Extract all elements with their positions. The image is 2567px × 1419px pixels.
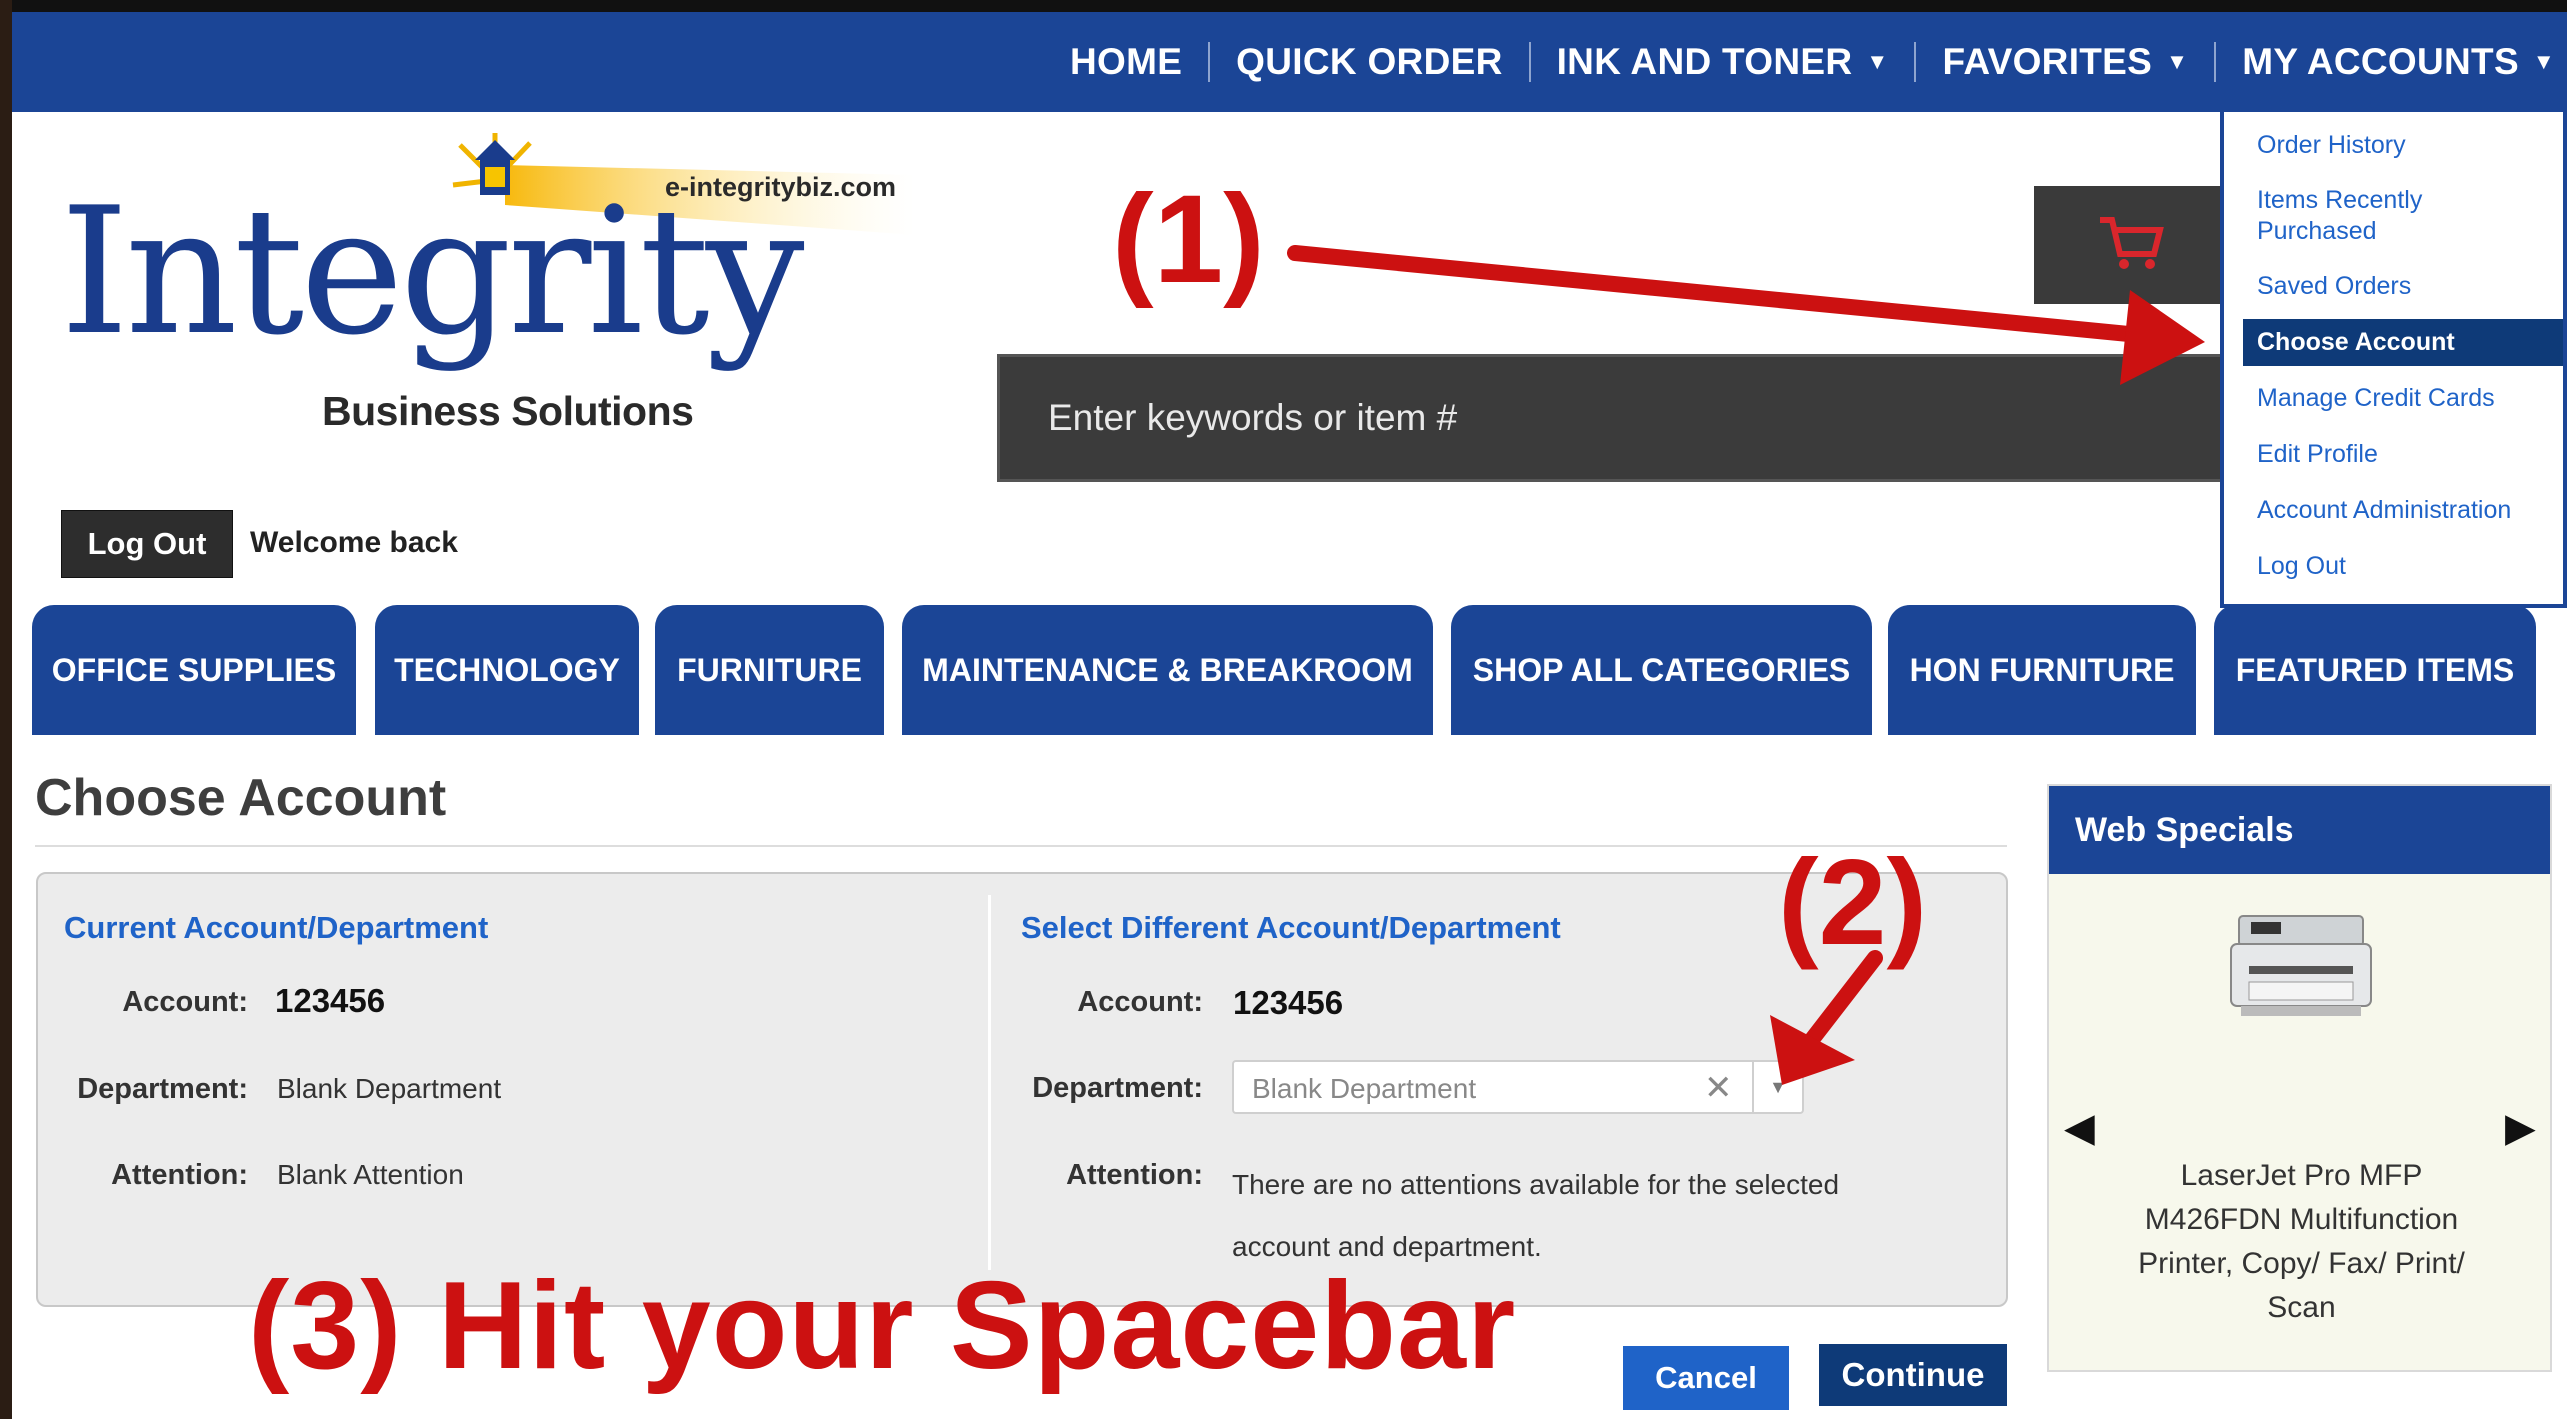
arrow-icon xyxy=(1770,950,1883,1085)
annotation-arrows xyxy=(1287,245,2205,1085)
arrow-icon xyxy=(1287,245,2205,385)
